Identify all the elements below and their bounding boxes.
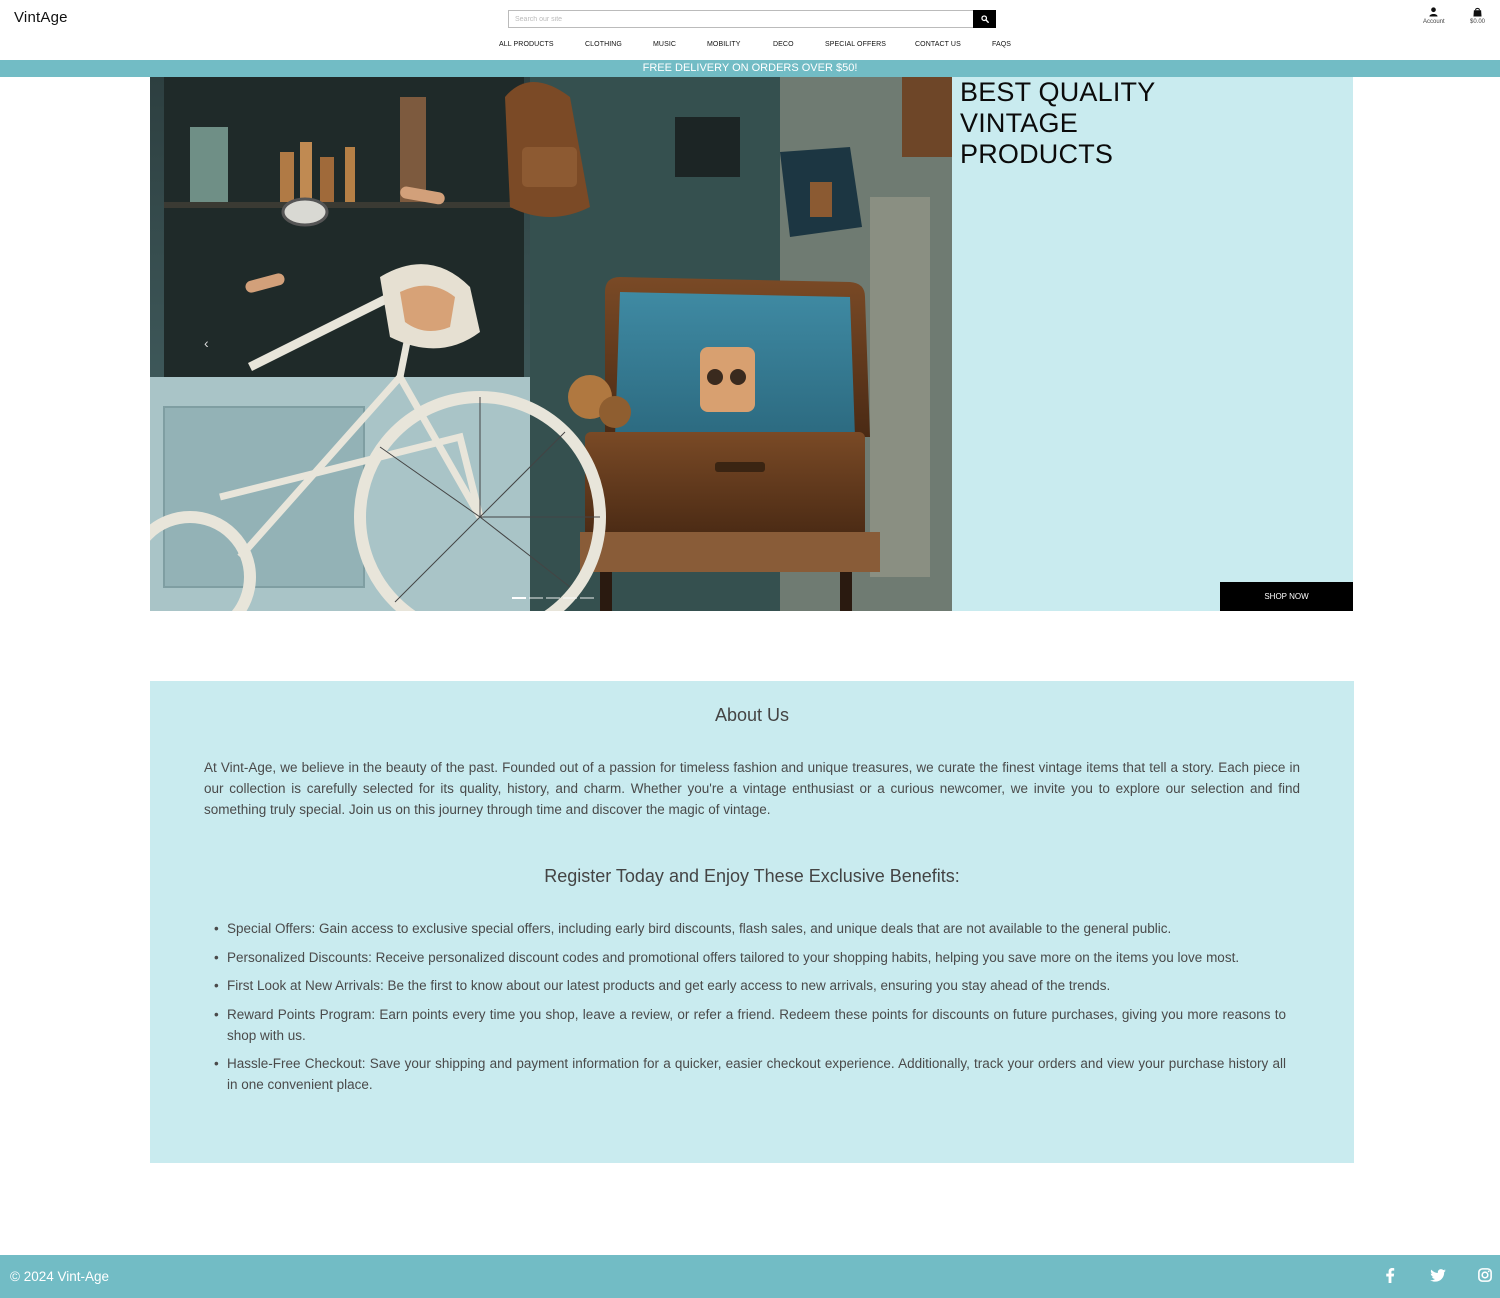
nav-item-faqs[interactable]: FAQS bbox=[992, 41, 1011, 48]
account-label: Account bbox=[1423, 19, 1445, 25]
carousel-dot[interactable] bbox=[546, 597, 560, 599]
nav-item-mobility[interactable]: MOBILITY bbox=[707, 41, 740, 48]
nav-item-clothing[interactable]: CLOTHING bbox=[585, 41, 622, 48]
benefit-item: Special Offers: Gain access to exclusive… bbox=[214, 918, 1286, 939]
site-header: VintAge Account $0.00 ALL PRODUCTS CLOTH… bbox=[0, 0, 1500, 60]
carousel-dot[interactable] bbox=[563, 597, 577, 599]
search-input[interactable] bbox=[508, 10, 973, 28]
benefit-item: Reward Points Program: Earn points every… bbox=[214, 1004, 1286, 1046]
about-section: About Us At Vint-Age, we believe in the … bbox=[150, 681, 1354, 1163]
nav-item-music[interactable]: MUSIC bbox=[653, 41, 676, 48]
delivery-banner: FREE DELIVERY ON ORDERS OVER $50! bbox=[0, 60, 1500, 77]
cart-link[interactable]: $0.00 bbox=[1470, 7, 1485, 25]
carousel-dot[interactable] bbox=[512, 597, 526, 599]
about-intro: At Vint-Age, we believe in the beauty of… bbox=[204, 760, 1300, 817]
twitter-icon[interactable] bbox=[1429, 1266, 1447, 1284]
site-logo[interactable]: VintAge bbox=[14, 9, 68, 26]
benefits-heading: Register Today and Enjoy These Exclusive… bbox=[544, 866, 960, 886]
cart-total: $0.00 bbox=[1470, 19, 1486, 25]
hero-image: ‹ bbox=[150, 77, 952, 611]
search-icon bbox=[980, 15, 989, 23]
nav-item-all-products[interactable]: ALL PRODUCTS bbox=[499, 41, 554, 48]
main-nav: ALL PRODUCTS CLOTHING MUSIC MOBILITY DEC… bbox=[0, 41, 1500, 53]
account-link[interactable]: Account bbox=[1423, 7, 1445, 25]
benefit-item: Personalized Discounts: Receive personal… bbox=[214, 947, 1286, 968]
instagram-icon[interactable] bbox=[1476, 1266, 1494, 1284]
shopping-bag-icon bbox=[1473, 7, 1482, 17]
user-icon bbox=[1429, 7, 1438, 17]
carousel-dot[interactable] bbox=[529, 597, 543, 599]
about-heading: About Us bbox=[714, 705, 790, 725]
carousel-dot[interactable] bbox=[580, 597, 594, 599]
nav-item-special-offers[interactable]: SPECIAL OFFERS bbox=[825, 41, 886, 48]
benefit-item: First Look at New Arrivals: Be the first… bbox=[214, 975, 1286, 996]
site-footer: © 2024 Vint-Age bbox=[0, 1255, 1500, 1298]
vintage-shop-illustration bbox=[150, 77, 952, 611]
hero-title: BEST QUALITY VINTAGE PRODUCTS bbox=[960, 77, 1156, 169]
benefits-list: Special Offers: Gain access to exclusive… bbox=[214, 918, 1286, 1103]
carousel-prev-button[interactable]: ‹ bbox=[204, 335, 209, 351]
nav-item-contact-us[interactable]: CONTACT US bbox=[915, 41, 961, 48]
facebook-icon[interactable] bbox=[1381, 1266, 1399, 1284]
nav-item-deco[interactable]: DECO bbox=[773, 41, 794, 48]
copyright-text: © 2024 Vint-Age bbox=[10, 1269, 110, 1284]
hero-carousel: ‹ BEST QUALITY VINTAGE PRODUCTS SHOP NOW bbox=[150, 77, 1353, 611]
benefit-item: Hassle-Free Checkout: Save your shipping… bbox=[214, 1053, 1286, 1095]
search-bar bbox=[508, 10, 996, 28]
carousel-indicators bbox=[512, 597, 594, 599]
shop-now-button[interactable]: SHOP NOW bbox=[1220, 582, 1353, 611]
search-button[interactable] bbox=[973, 10, 996, 28]
